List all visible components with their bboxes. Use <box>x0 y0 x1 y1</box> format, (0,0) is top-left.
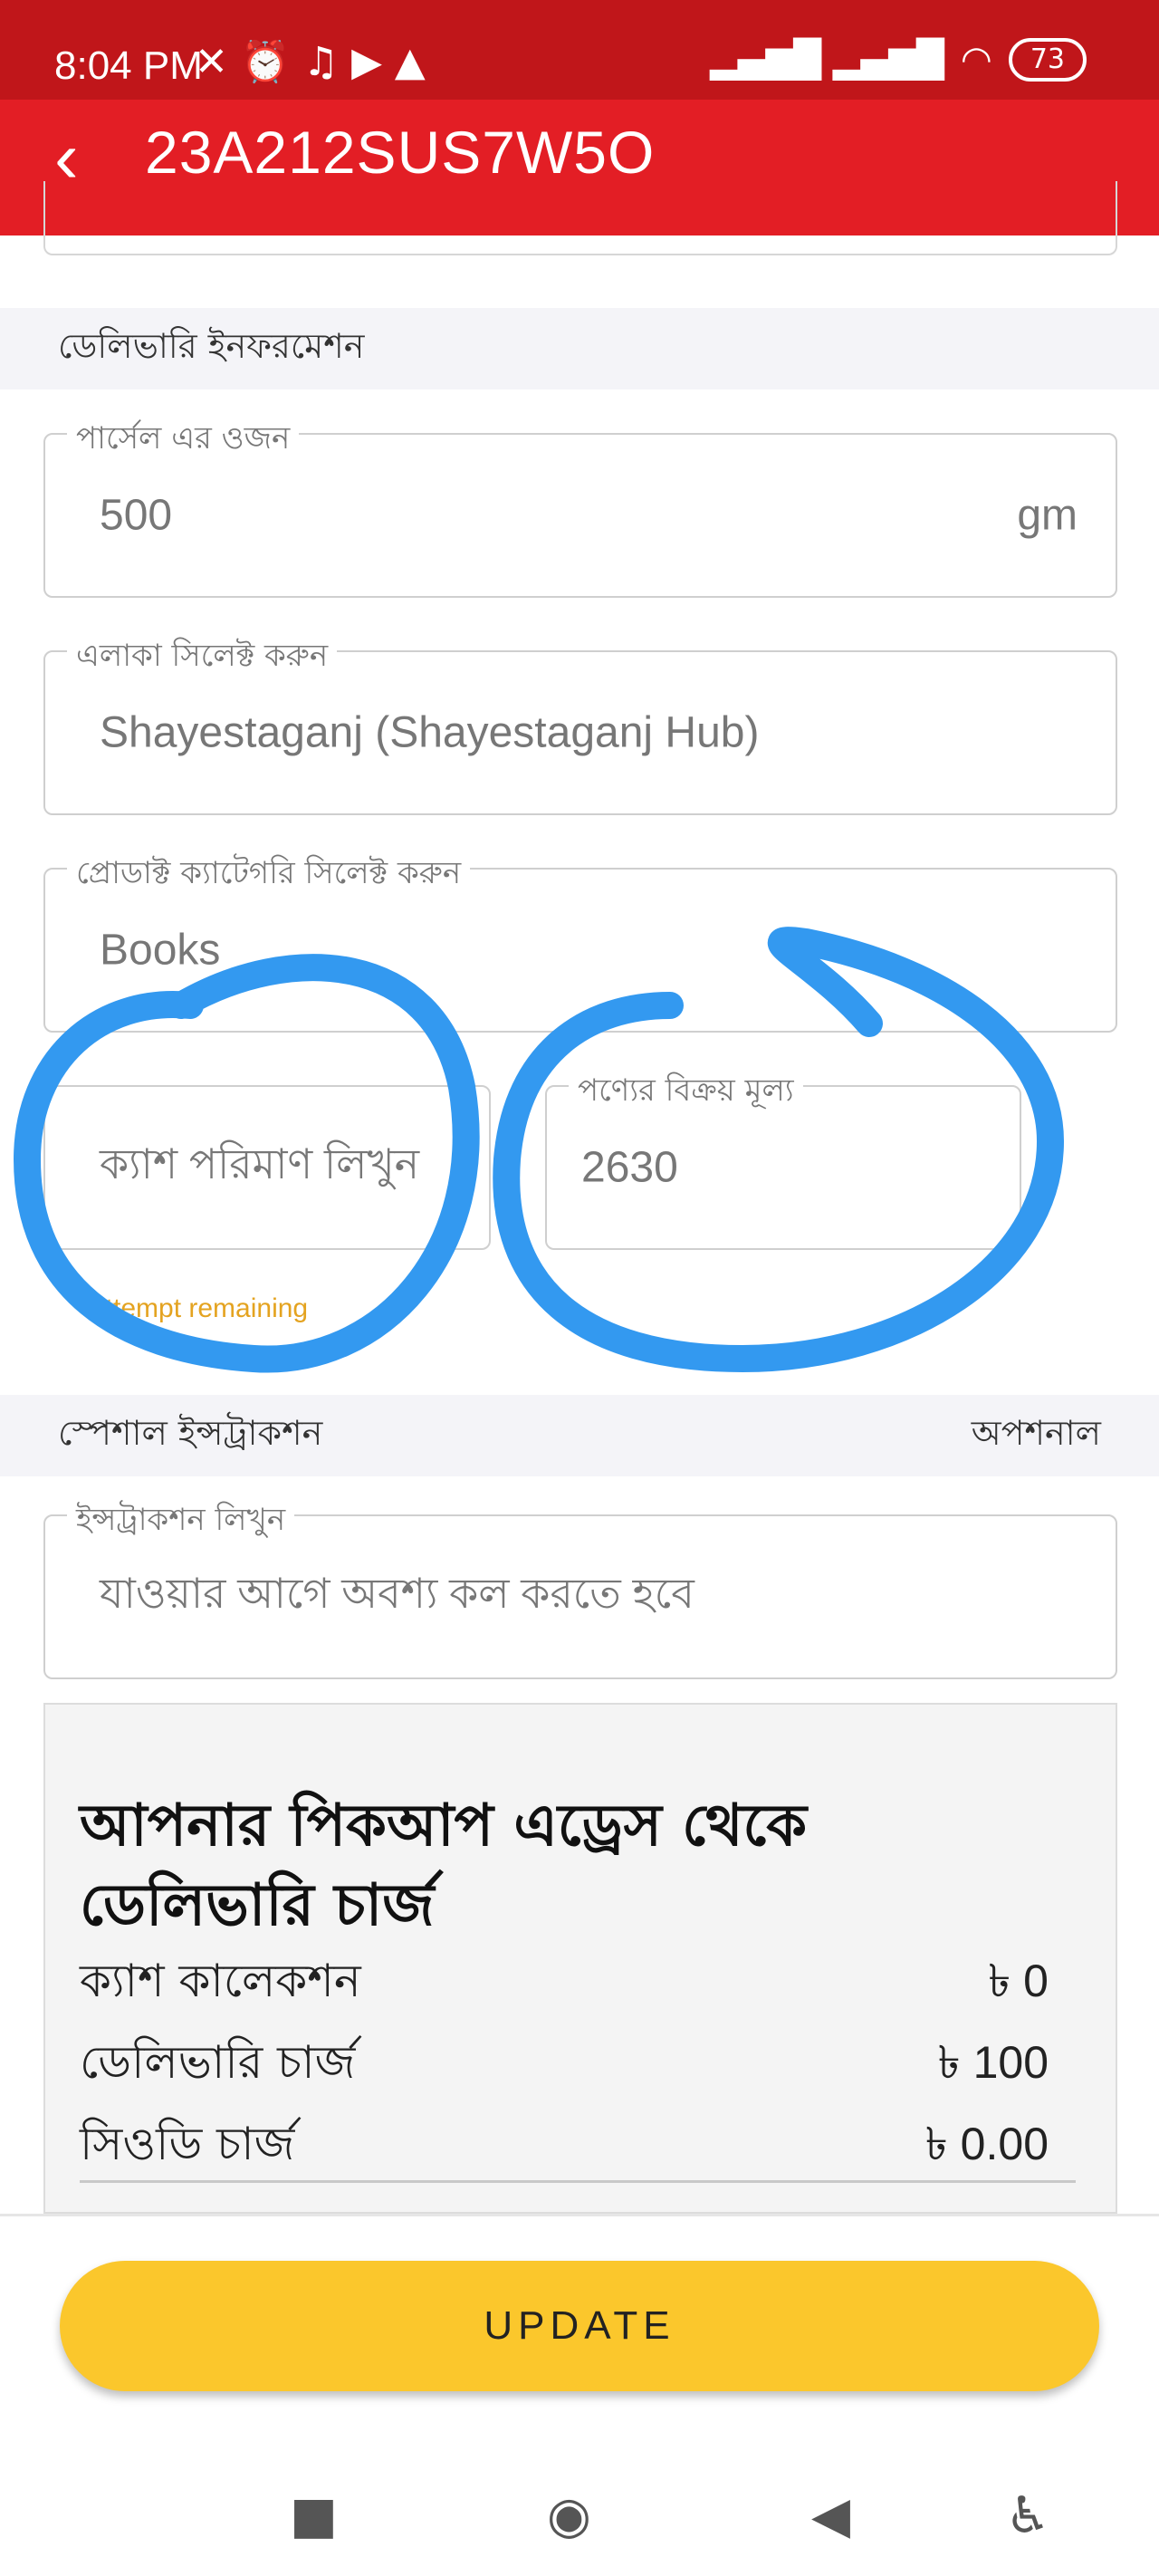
sale-price-value: 2630 <box>581 1143 678 1192</box>
instruction-field[interactable]: ইন্সট্রাকশন লিখুন যাওয়ার আগে অবশ্য কল ক… <box>43 1496 1117 1679</box>
wifi-icon: ◠ <box>960 39 992 81</box>
signal-icon: ▂▄▆█ ▂▄▆█ <box>710 39 944 81</box>
cash-amount-input[interactable]: ক্যাশ পরিমাণ লিখুন <box>43 1085 491 1250</box>
area-select-field[interactable]: এলাকা সিলেক্ট করুন Shayestaganj (Shayest… <box>43 632 1117 815</box>
area-value: Shayestaganj (Shayestaganj Hub) <box>100 708 760 757</box>
status-bar: 8:04 PM ✕⏰♫▶▲ ▂▄▆█ ▂▄▆█ ◠ 73 <box>0 0 1159 100</box>
update-button[interactable]: UPDATE <box>60 2261 1099 2391</box>
charge-card-heading: আপনার পিকআপ এড্রেস থেকে ডেলিভারি চার্জ <box>80 1793 808 1939</box>
delivery-charge-card: আপনার পিকআপ এড্রেস থেকে ডেলিভারি চার্জ ক… <box>43 1703 1117 2214</box>
instruction-value: যাওয়ার আগে অবশ্য কল করতে হবে <box>100 1570 694 1617</box>
category-select-field[interactable]: প্রোডাক্ট ক্যাটেগরি সিলেক্ট করুন Books <box>43 850 1117 1033</box>
field-label: পার্সেল এর ওজন <box>67 415 300 466</box>
special-instruction-header: স্পেশাল ইন্সট্রাকশন অপশনাল <box>0 1395 1159 1476</box>
accessibility-icon[interactable]: ♿ <box>1005 2486 1050 2545</box>
sale-price-field[interactable]: পণ্যের বিক্রয় মূল্য 2630 <box>545 1067 1021 1250</box>
status-right-icons: ▂▄▆█ ▂▄▆█ ◠ 73 <box>710 38 1087 82</box>
status-notification-icons: ✕⏰♫▶▲ <box>195 39 438 85</box>
divider <box>80 2180 1076 2183</box>
section-title: স্পেশাল ইন্সট্রাকশন <box>58 1413 323 1453</box>
cash-amount-placeholder: ক্যাশ পরিমাণ লিখুন <box>100 1140 420 1187</box>
charge-value: ৳ 0.00 <box>924 2119 1049 2169</box>
charge-label: ডেলিভারি চার্জ <box>80 2036 356 2089</box>
field-label: প্রোডাক্ট ক্যাটেগরি সিলেক্ট করুন <box>67 850 471 901</box>
charge-row: ক্যাশ কালেকশন ৳ 0 <box>80 1947 1049 2023</box>
field-label: এলাকা সিলেক্ট করুন <box>67 632 338 684</box>
charge-row: সিওডি চার্জ ৳ 0.00 <box>80 2110 1049 2186</box>
charge-value: ৳ 0 <box>988 1956 1049 2006</box>
charge-value: ৳ 100 <box>937 2037 1049 2088</box>
battery-indicator: 73 <box>1008 38 1087 82</box>
charge-label: সিওডি চার্জ <box>80 2118 295 2170</box>
attempt-remaining-text: attempt remaining <box>91 1293 309 1323</box>
optional-label: অপশনাল <box>971 1413 1101 1453</box>
category-value: Books <box>100 926 221 975</box>
back-nav-icon[interactable]: ◀ <box>811 2486 850 2545</box>
charge-row: ডেলিভারি চার্জ ৳ 100 <box>80 2029 1049 2104</box>
delivery-info-header: ডেলিভারি ইনফরমেশন <box>0 308 1159 389</box>
weight-value: 500 <box>100 491 173 540</box>
section-title: ডেলিভারি ইনফরমেশন <box>58 326 365 366</box>
divider <box>0 2214 1159 2216</box>
charge-label: ক্যাশ কালেকশন <box>80 1955 361 2007</box>
recents-icon[interactable]: ■ <box>290 2486 338 2545</box>
weight-unit: gm <box>1017 491 1078 540</box>
home-icon[interactable]: ◉ <box>547 2486 591 2545</box>
field-label: পণ্যের বিক্রয় মূল্য <box>569 1067 803 1119</box>
parcel-weight-field[interactable]: পার্সেল এর ওজন 500 gm <box>43 415 1117 598</box>
page-title: 23A212SUS7W5O <box>145 119 656 186</box>
field-label: ইন্সট্রাকশন লিখুন <box>67 1496 295 1548</box>
partial-field-top <box>43 181 1117 255</box>
status-time: 8:04 PM <box>54 43 203 88</box>
android-nav-bar: ■ ◉ ◀ ♿ <box>0 2437 1159 2576</box>
update-button-label: UPDATE <box>484 2303 675 2348</box>
